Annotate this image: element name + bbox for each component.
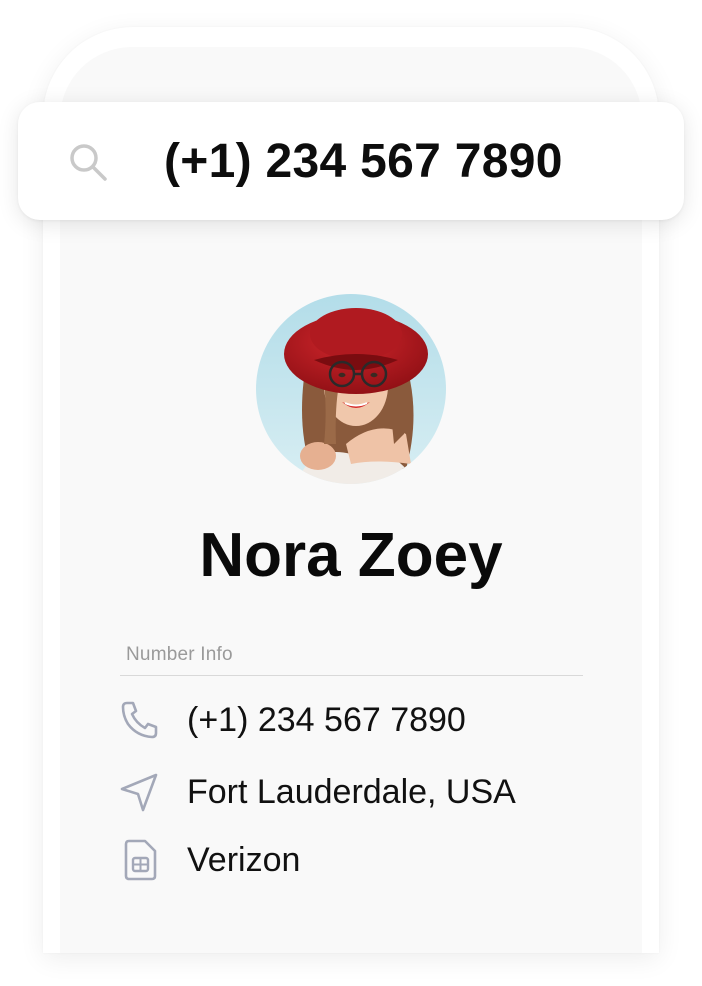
search-bar[interactable]: (+1) 234 567 7890: [18, 102, 684, 220]
search-input[interactable]: (+1) 234 567 7890: [164, 130, 563, 194]
avatar: [256, 294, 446, 484]
number-info-label: Number Info: [126, 644, 233, 665]
info-row-carrier[interactable]: Verizon: [118, 838, 588, 882]
sim-card-icon: [124, 839, 157, 881]
location-arrow-icon: [120, 773, 158, 812]
search-icon: [70, 144, 107, 181]
phone-number-text: (+1) 234 567 7890: [187, 701, 466, 739]
contact-name: Nora Zoey: [199, 521, 503, 590]
section-divider: [120, 675, 583, 676]
phone-icon: [121, 701, 158, 739]
avatar-photo: [256, 294, 446, 484]
info-row-phone[interactable]: (+1) 234 567 7890: [118, 698, 588, 742]
app-stage: (+1) 234 567 7890 Nora Zoey Number Info …: [0, 0, 702, 986]
info-row-location[interactable]: Fort Lauderdale, USA: [118, 770, 588, 814]
carrier-text: Verizon: [187, 841, 301, 879]
location-text: Fort Lauderdale, USA: [187, 773, 516, 811]
